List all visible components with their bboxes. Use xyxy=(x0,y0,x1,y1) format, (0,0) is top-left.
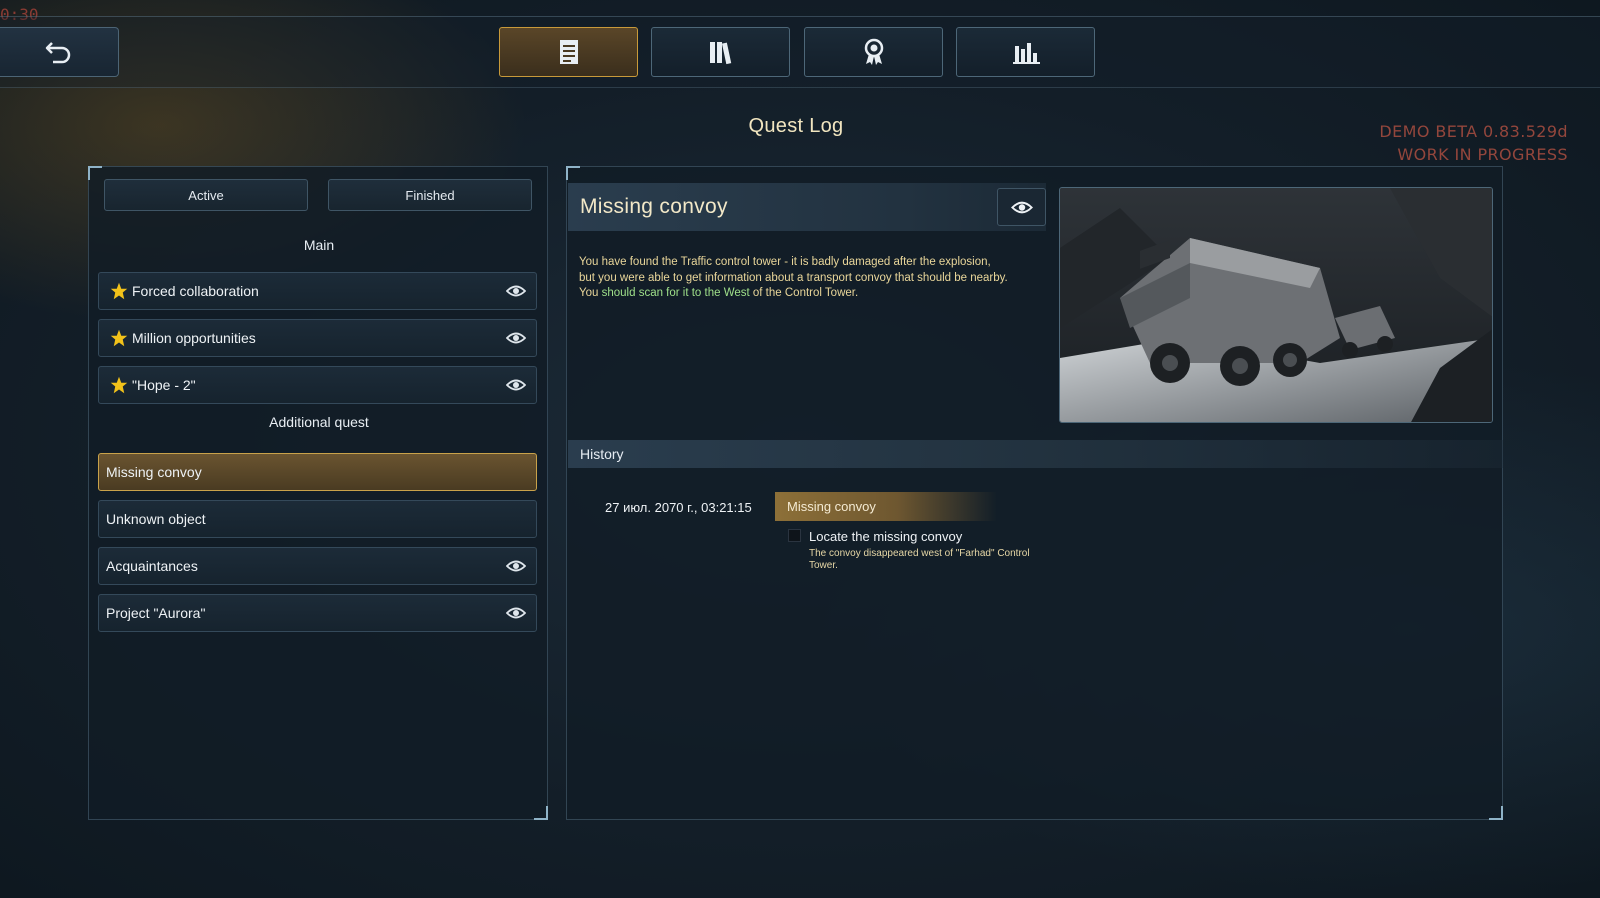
quest-description: You have found the Traffic control tower… xyxy=(579,255,1049,302)
description-line-3: You should scan for it to the West of th… xyxy=(579,286,1049,302)
quest-detail-title: Missing convoy xyxy=(580,195,728,218)
tab-quest-log[interactable] xyxy=(499,27,638,77)
back-button[interactable] xyxy=(0,27,119,77)
section-additional-label: Additional quest xyxy=(269,414,369,430)
track-eye-icon[interactable] xyxy=(506,378,526,392)
quest-name: Acquaintances xyxy=(106,558,198,574)
quest-row-acquaintances[interactable]: Acquaintances xyxy=(98,547,537,585)
top-bar xyxy=(0,16,1600,88)
build-version-label: DEMO BETA 0.83.529d WORK IN PROGRESS xyxy=(1379,120,1568,166)
quest-name: Project "Aurora" xyxy=(106,605,206,621)
quest-row-hope-2[interactable]: "Hope - 2" xyxy=(98,366,537,404)
eye-icon xyxy=(1010,201,1033,213)
tab-achievements[interactable] xyxy=(804,27,943,77)
objective-note: The convoy disappeared west of "Farhad" … xyxy=(809,548,1030,571)
objective-title: Locate the missing convoy xyxy=(809,529,963,544)
history-quest-name: Missing convoy xyxy=(787,499,876,514)
description-line-1: You have found the Traffic control tower… xyxy=(579,256,991,268)
main-quest-star-icon xyxy=(110,376,128,394)
build-status: WORK IN PROGRESS xyxy=(1397,145,1568,164)
history-date: 27 июл. 2070 г., 03:21:15 xyxy=(605,500,752,515)
filter-finished-button[interactable]: Finished xyxy=(328,179,532,211)
build-version: DEMO BETA 0.83.529d xyxy=(1379,122,1568,141)
quest-detail-panel: Missing convoy You have found the Traffi… xyxy=(566,166,1503,820)
award-ribbon-icon xyxy=(864,38,883,65)
tab-codex[interactable] xyxy=(651,27,790,77)
description-highlight: should scan for it to the West xyxy=(601,287,750,299)
quest-illustration xyxy=(1059,187,1493,423)
tab-statistics[interactable] xyxy=(956,27,1095,77)
section-main-label: Main xyxy=(303,237,335,253)
description-text: You xyxy=(579,287,602,299)
page-title: Quest Log xyxy=(748,115,844,137)
quest-row-project-aurora[interactable]: Project "Aurora" xyxy=(98,594,537,632)
quest-row-million-opportunities[interactable]: Million opportunities xyxy=(98,319,537,357)
quest-name: "Hope - 2" xyxy=(132,377,196,393)
track-quest-button[interactable] xyxy=(997,188,1046,226)
quest-list-panel: Active Finished Main Forced collaboratio… xyxy=(88,166,548,820)
bar-chart-icon xyxy=(1012,43,1040,64)
quest-name: Million opportunities xyxy=(132,330,256,346)
document-icon xyxy=(559,40,578,64)
quest-detail-header: Missing convoy xyxy=(568,183,1046,231)
main-quest-star-icon xyxy=(110,282,128,300)
undo-arrow-icon xyxy=(45,42,71,64)
books-icon xyxy=(709,42,731,65)
history-quest-tag: Missing convoy xyxy=(775,492,997,521)
description-line-2: but you were able to get information abo… xyxy=(579,271,1008,284)
main-quest-star-icon xyxy=(110,329,128,347)
quest-log-screen: 0:30 57 xyxy=(0,0,1600,898)
history-label: History xyxy=(580,446,624,462)
quest-name: Unknown object xyxy=(106,511,206,527)
objective-checkbox[interactable] xyxy=(788,529,801,542)
track-eye-icon[interactable] xyxy=(506,606,526,620)
track-eye-icon[interactable] xyxy=(506,284,526,298)
quest-name: Forced collaboration xyxy=(132,283,259,299)
track-eye-icon[interactable] xyxy=(506,559,526,573)
description-text: of the Control Tower. xyxy=(749,287,859,299)
track-eye-icon[interactable] xyxy=(506,331,526,345)
quest-row-unknown-object[interactable]: Unknown object xyxy=(98,500,537,538)
quest-row-forced-collaboration[interactable]: Forced collaboration xyxy=(98,272,537,310)
history-header: History xyxy=(568,440,1503,468)
filter-active-button[interactable]: Active xyxy=(104,179,308,211)
quest-row-missing-convoy[interactable]: Missing convoy xyxy=(98,453,537,491)
quest-name: Missing convoy xyxy=(106,464,202,480)
